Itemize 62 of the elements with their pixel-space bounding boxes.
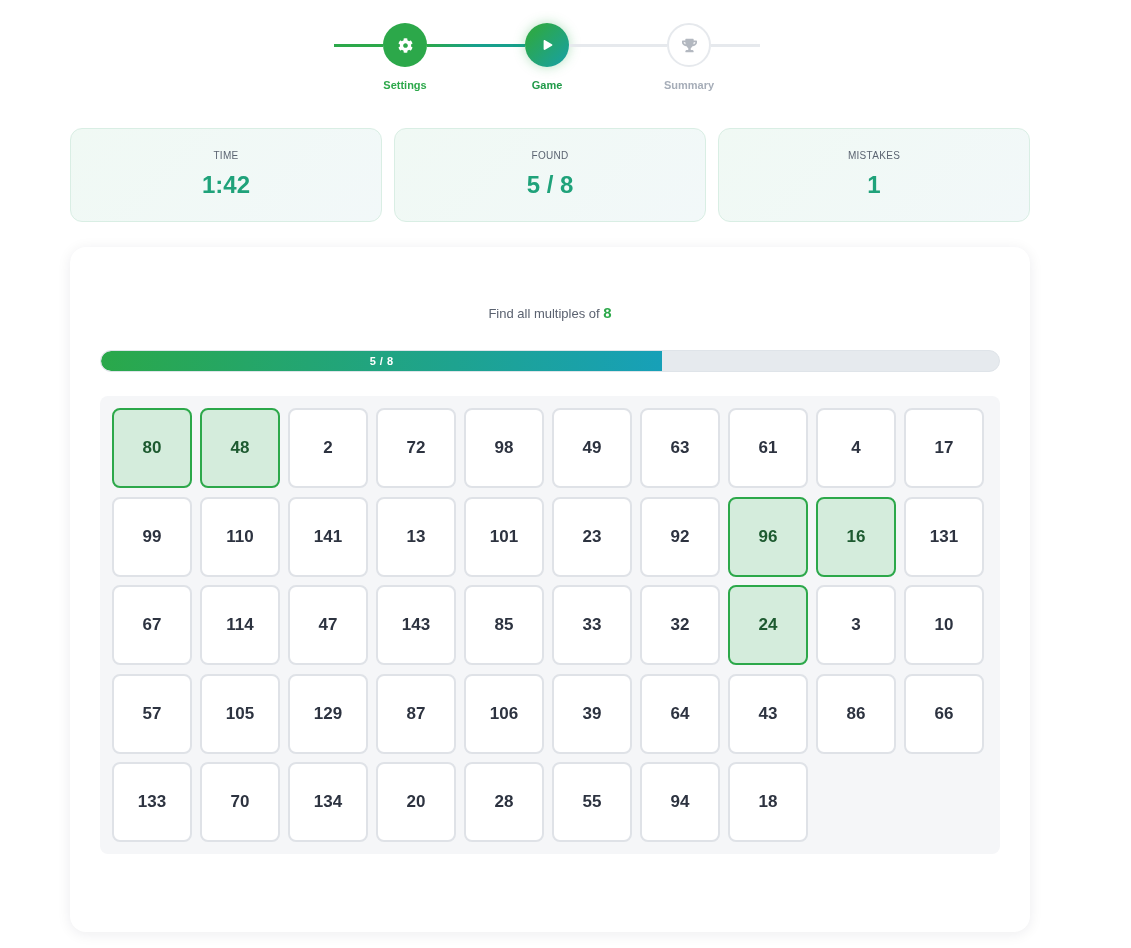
number-tile[interactable]: 64 [640, 673, 720, 754]
number-tile[interactable]: 16 [816, 496, 896, 577]
number-tile[interactable]: 49 [552, 408, 632, 488]
number-tile[interactable]: 98 [464, 408, 544, 488]
stat-value: 5 / 8 [526, 170, 574, 200]
number-tile[interactable]: 92 [640, 496, 720, 577]
number-tile[interactable]: 94 [640, 762, 720, 842]
number-tile[interactable]: 106 [464, 673, 544, 754]
number-tile[interactable]: 87 [376, 673, 456, 754]
number-tile[interactable]: 114 [200, 585, 280, 665]
number-tile[interactable]: 24 [728, 585, 808, 665]
number-tile[interactable]: 17 [904, 408, 984, 488]
number-tile[interactable]: 47 [288, 585, 368, 665]
number-tile[interactable]: 23 [552, 496, 632, 577]
number-tile[interactable]: 96 [728, 496, 808, 577]
step-label: Settings [383, 78, 427, 92]
step-label: Game [531, 78, 563, 92]
number-tile[interactable]: 141 [288, 496, 368, 577]
number-tile[interactable]: 66 [904, 673, 984, 754]
number-tile[interactable]: 99 [112, 496, 192, 577]
stat-value: 1:42 [201, 170, 250, 200]
number-tile[interactable]: 63 [640, 408, 720, 488]
number-tile[interactable]: 67 [112, 585, 192, 665]
number-tile[interactable]: 18 [728, 762, 808, 842]
number-tile[interactable]: 55 [552, 762, 632, 842]
number-tile[interactable]: 133 [112, 762, 192, 842]
number-tile[interactable]: 3 [816, 585, 896, 665]
number-tile[interactable]: 13 [376, 496, 456, 577]
progress-label: 5 / 8 [369, 355, 394, 367]
step-label: Summary [663, 78, 715, 92]
number-tile[interactable]: 72 [376, 408, 456, 488]
number-tile[interactable]: 10 [904, 585, 984, 665]
number-tile[interactable]: 57 [112, 673, 192, 754]
number-tile[interactable]: 129 [288, 673, 368, 754]
number-tile[interactable]: 134 [288, 762, 368, 842]
number-tile[interactable]: 28 [464, 762, 544, 842]
number-tile[interactable]: 143 [376, 585, 456, 665]
number-tile[interactable]: 2 [288, 408, 368, 488]
stat-value: 1 [867, 170, 881, 200]
gear-icon [397, 37, 413, 53]
stat-label: FOUND [531, 149, 569, 163]
number-tile[interactable]: 86 [816, 673, 896, 754]
number-tile[interactable]: 33 [552, 585, 632, 665]
number-tile[interactable]: 70 [200, 762, 280, 842]
stat-label: MISTAKES [847, 149, 901, 163]
number-tile[interactable]: 39 [552, 673, 632, 754]
number-tile[interactable]: 32 [640, 585, 720, 665]
stat-label: TIME [213, 149, 239, 163]
play-icon [543, 40, 553, 50]
trophy-icon [681, 37, 697, 53]
number-tile[interactable]: 48 [200, 408, 280, 488]
number-tile[interactable]: 105 [200, 673, 280, 754]
number-tile[interactable]: 131 [904, 496, 984, 577]
number-tile[interactable]: 61 [728, 408, 808, 488]
number-tile[interactable]: 4 [816, 408, 896, 488]
instruction-text: Find all multiples of 8 [488, 303, 612, 323]
number-tile[interactable]: 80 [112, 408, 192, 488]
number-tile[interactable]: 101 [464, 496, 544, 577]
number-tile[interactable]: 85 [464, 585, 544, 665]
number-tile[interactable]: 110 [200, 496, 280, 577]
number-tile[interactable]: 20 [376, 762, 456, 842]
number-tile[interactable]: 43 [728, 673, 808, 754]
